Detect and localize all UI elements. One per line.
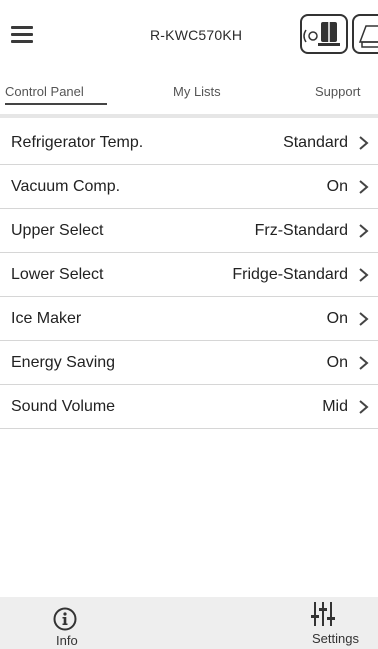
active-tab-indicator <box>5 103 107 105</box>
page-title: R-KWC570KH <box>150 27 243 43</box>
chevron-right-icon <box>359 180 369 194</box>
hamburger-menu-icon[interactable] <box>11 26 33 43</box>
setting-label: Ice Maker <box>11 310 82 327</box>
chevron-right-icon <box>359 224 369 238</box>
setting-value: Fridge-Standard <box>232 266 348 283</box>
header-divider <box>0 114 378 118</box>
setting-row-energy-saving[interactable]: Energy Saving On <box>0 341 378 385</box>
sliders-icon <box>311 602 335 626</box>
tab-control-panel[interactable]: Control Panel <box>5 84 84 99</box>
setting-label: Refrigerator Temp. <box>11 134 144 151</box>
refrigerator-remote-icon <box>303 22 340 46</box>
chevron-right-icon <box>359 312 369 326</box>
setting-row-refrigerator-temp[interactable]: Refrigerator Temp. Standard <box>0 121 378 165</box>
setting-label: Lower Select <box>11 266 104 283</box>
info-button[interactable]: Info <box>40 605 90 649</box>
settings-label: Settings <box>312 631 359 646</box>
appliance-icon <box>358 25 378 48</box>
setting-value: Standard <box>283 134 348 151</box>
setting-label: Sound Volume <box>11 398 116 415</box>
setting-label: Vacuum Comp. <box>11 178 121 195</box>
setting-value: Frz-Standard <box>254 222 348 239</box>
appliance-button[interactable] <box>352 14 378 54</box>
setting-row-vacuum-comp[interactable]: Vacuum Comp. On <box>0 165 378 209</box>
chevron-right-icon <box>359 136 369 150</box>
bottom-navigation-bar: Info Settings <box>0 597 378 649</box>
setting-row-sound-volume[interactable]: Sound Volume Mid <box>0 385 378 429</box>
tab-support[interactable]: Support <box>315 84 361 99</box>
appliance-remote-button[interactable] <box>300 14 348 54</box>
settings-button[interactable]: Settings <box>305 601 375 649</box>
app-header: R-KWC570KH <box>0 0 378 70</box>
setting-row-lower-select[interactable]: Lower Select Fridge-Standard <box>0 253 378 297</box>
chevron-right-icon <box>359 400 369 414</box>
setting-row-upper-select[interactable]: Upper Select Frz-Standard <box>0 209 378 253</box>
tab-bar: Control Panel My Lists Support <box>0 70 378 110</box>
setting-label: Upper Select <box>11 222 104 239</box>
info-label: Info <box>56 633 78 648</box>
setting-value: On <box>326 354 348 371</box>
setting-value: Mid <box>322 398 348 415</box>
tab-my-lists[interactable]: My Lists <box>173 84 221 99</box>
chevron-right-icon <box>359 268 369 282</box>
settings-list: Refrigerator Temp. Standard Vacuum Comp.… <box>0 121 378 429</box>
chevron-right-icon <box>359 356 369 370</box>
setting-row-ice-maker[interactable]: Ice Maker On <box>0 297 378 341</box>
setting-value: On <box>326 178 348 195</box>
info-circle-icon <box>53 607 77 631</box>
setting-value: On <box>326 310 348 327</box>
setting-label: Energy Saving <box>11 354 116 371</box>
